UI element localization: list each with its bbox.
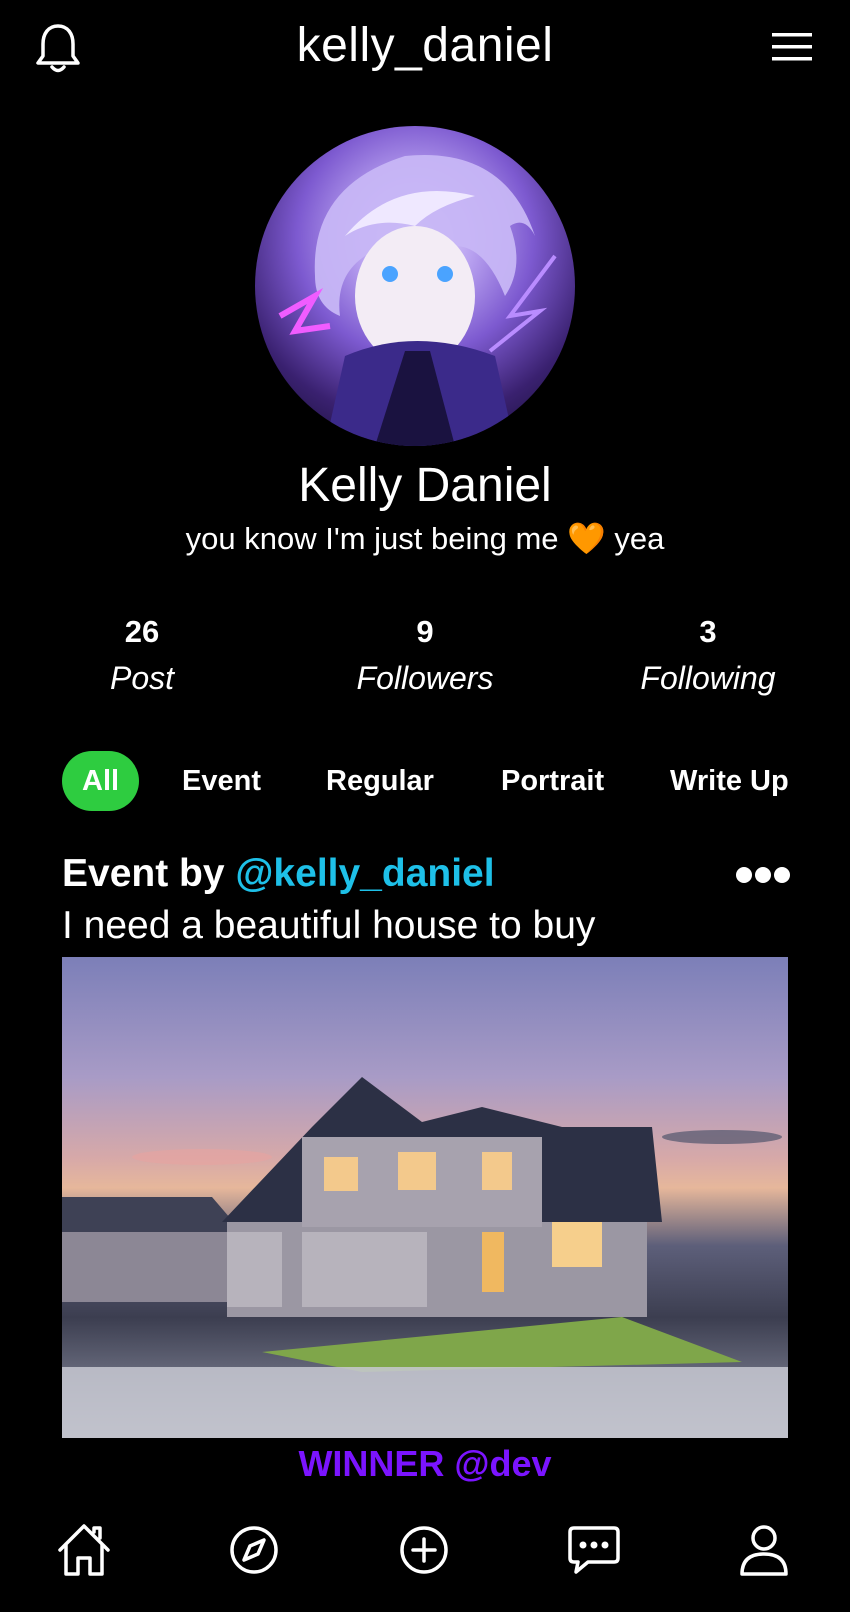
stat-followers[interactable]: 9 Followers: [325, 614, 525, 697]
profile-username: kelly_daniel: [296, 19, 554, 72]
profile-avatar[interactable]: [255, 126, 575, 446]
bottom-nav: [0, 1520, 850, 1612]
profile-icon[interactable]: [734, 1520, 794, 1580]
post-header: Event by @kelly_daniel: [62, 852, 495, 896]
top-bar: kelly_daniel: [0, 0, 850, 96]
tab-all[interactable]: All: [62, 751, 140, 811]
profile-bio: you know I'm just being me 🧡 yea: [185, 521, 665, 556]
stat-following[interactable]: 3 Following: [608, 614, 808, 697]
stat-posts[interactable]: 26 Post: [42, 614, 242, 697]
post-caption: I need a beautiful house to buy: [62, 904, 596, 947]
post-author-handle[interactable]: @kelly_daniel: [235, 852, 494, 895]
compass-icon[interactable]: [224, 1520, 284, 1580]
stat-followers-count: 9: [416, 614, 434, 649]
home-icon[interactable]: [54, 1520, 114, 1580]
chat-icon[interactable]: [564, 1520, 624, 1580]
profile-full-name: Kelly Daniel: [298, 459, 552, 512]
house-illustration: [62, 1077, 788, 1438]
add-circle-icon[interactable]: [394, 1520, 454, 1580]
winner-label: WINNER @dev: [298, 1443, 552, 1484]
stat-following-count: 3: [699, 614, 717, 649]
tab-regular[interactable]: Regular: [326, 751, 434, 811]
stat-following-label: Following: [640, 660, 776, 696]
tab-portrait[interactable]: Portrait: [501, 751, 604, 811]
stat-followers-label: Followers: [356, 660, 494, 696]
post-type-prefix: Event by: [62, 852, 225, 895]
tab-event[interactable]: Event: [182, 751, 261, 811]
tab-write-up[interactable]: Write Up: [670, 751, 789, 811]
stat-posts-count: 26: [124, 614, 160, 649]
post-image[interactable]: [62, 957, 788, 1438]
avatar-illustration: [278, 155, 557, 446]
stat-posts-label: Post: [109, 660, 175, 696]
hamburger-menu-icon[interactable]: [770, 30, 814, 64]
more-options-icon[interactable]: [735, 862, 791, 888]
